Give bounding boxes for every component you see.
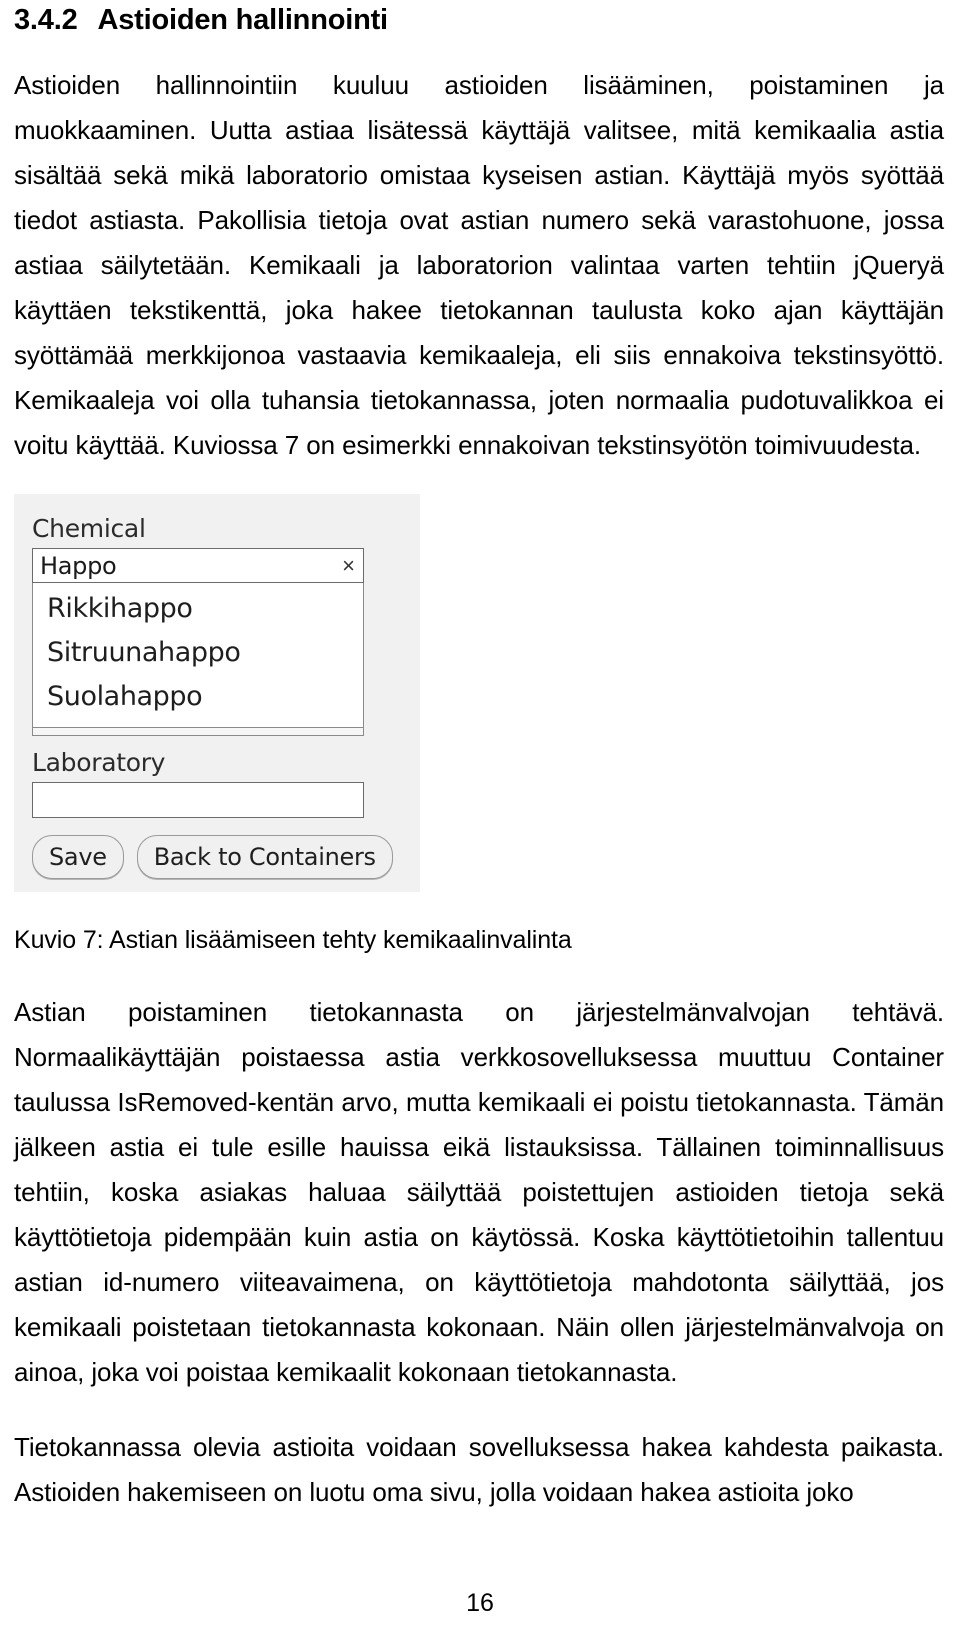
- clear-icon[interactable]: ×: [342, 554, 355, 577]
- list-item[interactable]: Rikkihappo: [33, 587, 363, 631]
- document-page: 3.4.2 Astioiden hallinnointi Astioiden h…: [0, 0, 960, 1640]
- paragraph-1: Astioiden hallinnointiin kuuluu astioide…: [14, 70, 944, 460]
- autocomplete-suggestion-list[interactable]: Rikkihappo Sitruunahappo Suolahappo: [32, 583, 364, 728]
- back-to-containers-button[interactable]: Back to Containers: [136, 835, 393, 879]
- chemical-search-input[interactable]: Happo ×: [32, 548, 364, 583]
- chemical-selection-form: Chemical Happo × Rikkihappo Sitruunahapp…: [14, 494, 420, 892]
- page-title: 3.4.2 Astioiden hallinnointi: [14, 4, 952, 37]
- section-number: 3.4.2: [14, 4, 78, 36]
- paragraph-3: Tietokannassa olevia astioita voidaan so…: [14, 1432, 944, 1507]
- figure-7: Chemical Happo × Rikkihappo Sitruunahapp…: [14, 494, 420, 892]
- list-item[interactable]: Suolahappo: [33, 675, 363, 719]
- figure-caption: Kuvio 7: Astian lisäämiseen tehty kemika…: [14, 926, 572, 954]
- paragraph-2: Astian poistaminen tietokannasta on järj…: [14, 997, 944, 1387]
- page-number: 16: [466, 1589, 494, 1617]
- laboratory-field-label: Laboratory: [32, 748, 166, 777]
- form-button-row: Save Back to Containers: [32, 835, 420, 879]
- section-title: Astioiden hallinnointi: [97, 4, 389, 36]
- chemical-field-label: Chemical: [32, 514, 146, 543]
- list-item[interactable]: Sitruunahappo: [33, 631, 363, 675]
- chemical-input-value: Happo: [40, 551, 117, 580]
- save-button[interactable]: Save: [32, 835, 124, 879]
- laboratory-input[interactable]: [32, 782, 364, 818]
- suggestion-list-footer: [32, 728, 364, 736]
